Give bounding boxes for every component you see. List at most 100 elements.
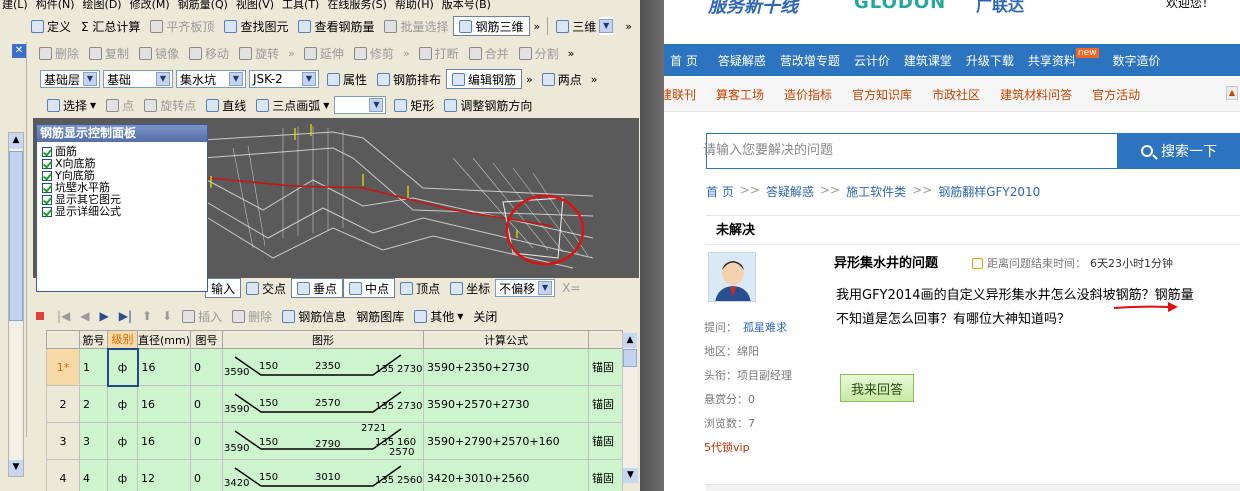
close-grid-button[interactable]: 关闭 xyxy=(468,306,502,326)
level-cell[interactable]: ф xyxy=(107,385,138,423)
panel-checkbox-item[interactable]: 显示详细公式 xyxy=(37,206,207,218)
scroll-up-icon[interactable]: ▲ xyxy=(9,133,23,149)
note-cell[interactable]: 锚固 xyxy=(588,422,623,460)
nav-item[interactable]: 云计价 xyxy=(854,52,890,69)
nav-item[interactable]: 共享资料 xyxy=(1028,52,1076,69)
menu-item[interactable]: 帮助(H) xyxy=(395,0,434,10)
first-record-icon[interactable]: |◀ xyxy=(52,306,75,326)
formula-cell[interactable]: 3590+2350+2730 xyxy=(423,348,589,386)
overflow-chevron-icon[interactable]: » xyxy=(621,20,636,33)
last-record-icon[interactable]: ▶| xyxy=(114,306,137,326)
diameter-cell[interactable]: 16 xyxy=(137,385,191,423)
overflow-chevron-icon[interactable]: » xyxy=(530,20,545,33)
arc-option-select[interactable]: ▼ xyxy=(334,96,387,114)
shape-cell[interactable]: 2721 3590 150 2790 135 160 2570 xyxy=(222,422,424,460)
break-button[interactable]: 打断 xyxy=(414,43,464,63)
rotate-point-button[interactable]: 旋转点 xyxy=(139,95,201,115)
arc-tool-button[interactable]: 三点画弧 ▼ xyxy=(251,95,334,115)
table-scrollbar[interactable]: ▲ ▼ xyxy=(622,333,638,483)
coordinate-snap[interactable]: 坐标 xyxy=(445,278,495,298)
menu-item[interactable]: 版本号(B) xyxy=(442,0,491,10)
prev-record-icon[interactable]: ◀ xyxy=(75,306,94,326)
nav-item[interactable]: 升级下载 xyxy=(966,52,1014,69)
two-points-button[interactable]: 两点 xyxy=(537,69,587,89)
scroll-thumb[interactable] xyxy=(9,151,23,321)
breadcrumb-item[interactable]: 首 页 xyxy=(706,183,734,200)
overflow-chevron-icon[interactable]: » xyxy=(587,73,602,86)
table-row[interactable]: 4 4 ф 12 0 3420 150 3010 135 2560 3420+3… xyxy=(46,459,623,491)
copy-button[interactable]: 复制 xyxy=(84,43,134,63)
column-header[interactable] xyxy=(588,330,623,349)
menu-item[interactable]: 构件(N) xyxy=(36,0,75,10)
table-row[interactable]: 3 3 ф 16 0 2721 3590 150 2790 135 160 25… xyxy=(46,422,623,460)
overflow-chevron-icon[interactable]: » xyxy=(284,47,299,60)
move-down-icon[interactable]: ⬇ xyxy=(157,306,177,326)
type-select[interactable]: 集水坑 ▼ xyxy=(176,70,246,88)
menu-item[interactable]: 在线服务(S) xyxy=(327,0,387,10)
close-grid-icon[interactable] xyxy=(36,312,44,320)
overflow-chevron-icon[interactable]: » xyxy=(564,47,579,60)
diameter-cell[interactable]: 12 xyxy=(137,459,191,491)
split-button[interactable]: 分割 xyxy=(514,43,564,63)
select-tool-button[interactable]: 选择 ▼ xyxy=(42,95,101,115)
subnav-item[interactable]: 算客工场 xyxy=(716,86,764,103)
shape-cell[interactable]: 3590 150 2350 135 2730 xyxy=(222,348,424,386)
note-cell[interactable]: 锚固 xyxy=(588,385,623,423)
menu-item[interactable]: 钢筋量(Q) xyxy=(178,0,228,10)
rebar-info-button[interactable]: 钢筋信息 xyxy=(277,306,351,326)
next-record-icon[interactable]: ▶ xyxy=(95,306,114,326)
checkbox-checked-icon[interactable] xyxy=(42,207,52,217)
figure-no-cell[interactable]: 0 xyxy=(190,385,223,423)
note-cell[interactable]: 锚固 xyxy=(588,459,623,491)
shape-cell[interactable]: 3420 150 3010 135 2560 xyxy=(222,459,424,491)
edit-rebar-button[interactable]: 编辑钢筋 xyxy=(446,69,523,89)
perpendicular-snap[interactable]: 垂点 xyxy=(291,278,344,298)
view-3d-dropdown[interactable]: 三维 ▼ xyxy=(551,16,621,36)
trim-button[interactable]: 修剪 xyxy=(349,43,399,63)
find-element-button[interactable]: 查找图元 xyxy=(219,16,293,36)
flat-top-button[interactable]: 平齐板顶 xyxy=(145,16,219,36)
breadcrumb-item[interactable]: 施工软件类 xyxy=(846,183,906,200)
rotate-button[interactable]: 旋转 xyxy=(234,43,284,63)
breadcrumb-item[interactable]: 钢筋翻样GFY2010 xyxy=(938,183,1040,200)
table-row[interactable]: 2 2 ф 16 0 3590 150 2570 135 2730 3590+2… xyxy=(46,385,623,423)
nav-item[interactable]: 答疑解惑 xyxy=(718,52,766,69)
subnav-item[interactable]: 建联刊 xyxy=(664,86,696,103)
line-tool-button[interactable]: 直线 xyxy=(201,95,251,115)
midpoint-snap[interactable]: 中点 xyxy=(343,278,396,298)
figure-no-cell[interactable]: 0 xyxy=(190,348,223,386)
close-pane-icon[interactable]: ✕ xyxy=(12,44,26,58)
rect-tool-button[interactable]: 矩形 xyxy=(389,95,439,115)
search-button[interactable]: 搜索一下 xyxy=(1118,133,1240,169)
shape-cell[interactable]: 3590 150 2570 135 2730 xyxy=(222,385,424,423)
column-header[interactable]: 图号 xyxy=(190,330,223,349)
menu-item[interactable]: 视图(V) xyxy=(236,0,274,10)
asker-name-link[interactable]: 孤星难求 xyxy=(743,321,787,334)
rebar-no-cell[interactable]: 1 xyxy=(79,348,108,386)
column-header[interactable]: 筋号 xyxy=(79,330,108,349)
formula-cell[interactable]: 3590+2790+2570+160 xyxy=(423,422,589,460)
column-header[interactable]: 计算公式 xyxy=(423,330,589,349)
column-header[interactable]: 直径(mm) xyxy=(137,330,191,349)
column-header[interactable]: 图形 xyxy=(222,330,424,349)
category-select[interactable]: 基础 ▼ xyxy=(103,70,173,88)
overflow-chevron-icon[interactable]: » xyxy=(522,73,537,86)
extend-button[interactable]: 延伸 xyxy=(299,43,349,63)
mirror-button[interactable]: 镜像 xyxy=(134,43,184,63)
scroll-down-icon[interactable]: ▼ xyxy=(623,468,638,483)
nav-item[interactable]: 首 页 xyxy=(670,52,698,69)
row-number[interactable]: 1* xyxy=(46,348,80,386)
row-number[interactable]: 4 xyxy=(46,459,80,491)
diameter-cell[interactable]: 16 xyxy=(137,348,191,386)
subnav-item[interactable]: 造价指标 xyxy=(784,86,832,103)
item-select[interactable]: JSK-2 ▼ xyxy=(249,70,319,88)
move-up-icon[interactable]: ⬆ xyxy=(137,306,157,326)
intersection-snap[interactable]: 交点 xyxy=(241,278,291,298)
nav-item[interactable]: 建筑课堂 xyxy=(904,52,952,69)
checkbox-checked-icon[interactable] xyxy=(42,195,52,205)
overflow-chevron-icon[interactable]: » xyxy=(399,47,414,60)
formula-cell[interactable]: 3590+2570+2730 xyxy=(423,385,589,423)
checkbox-checked-icon[interactable] xyxy=(42,159,52,169)
nav-item[interactable]: 营改增专题 xyxy=(780,52,840,69)
menu-item[interactable]: 修改(M) xyxy=(130,0,170,10)
